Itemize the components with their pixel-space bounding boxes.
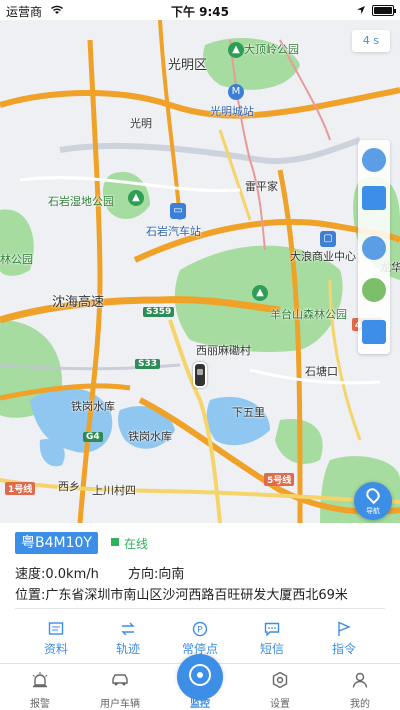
map-label-park: 石岩湿地公园 bbox=[48, 195, 114, 208]
map-label-road: 沈海高速 bbox=[52, 295, 105, 310]
settings-icon bbox=[271, 671, 289, 689]
action-label: 轨迹 bbox=[115, 642, 140, 656]
tab-user-vehicles[interactable]: 用户车辆 bbox=[80, 664, 160, 710]
status-bar: 运营商 下午 9:45 bbox=[0, 0, 400, 20]
road-shield: G4 bbox=[83, 432, 103, 442]
car-icon bbox=[111, 671, 129, 689]
license-plate[interactable]: 粤B4M10Y bbox=[15, 532, 98, 554]
metro-shield: 5号线 bbox=[264, 473, 295, 486]
action-label: 资料 bbox=[43, 642, 68, 656]
status-time: 下午 9:45 bbox=[170, 5, 230, 19]
tab-alarm[interactable]: 报警 bbox=[0, 664, 80, 710]
refresh-timer: 4 s bbox=[352, 30, 390, 52]
metro-station-icon: M bbox=[228, 84, 244, 100]
map-label-park: 羊台山森林公园 bbox=[270, 308, 347, 321]
park-icon: ▲ bbox=[128, 190, 144, 206]
vehicle-list-icon[interactable] bbox=[362, 320, 386, 344]
map-label-station: 光明城站 bbox=[210, 105, 254, 118]
location-pin-icon bbox=[363, 485, 383, 505]
map-label-place: 光明 bbox=[130, 117, 152, 130]
map-label-place: 石塘口 bbox=[305, 365, 338, 378]
tab-settings[interactable]: 设置 bbox=[240, 664, 320, 710]
location-arrow-icon bbox=[356, 4, 366, 18]
map-toolbar bbox=[358, 140, 390, 354]
location-value: 位置:广东省深圳市南山区沙河西路百旺研发大厦西北69米 bbox=[15, 588, 348, 603]
map-label-station: 石岩汽车站 bbox=[146, 225, 201, 238]
online-status: 在线 bbox=[124, 537, 149, 551]
map-label-district: 光明区 bbox=[168, 58, 208, 73]
vehicle-marker-icon[interactable] bbox=[193, 362, 207, 388]
shopping-icon: ▢ bbox=[320, 231, 336, 247]
map-view[interactable]: 光明区 大顶岭公园 光明城站 光明 雷平家 石岩湿地公园 石岩汽车站 大浪商业中… bbox=[0, 20, 400, 523]
park-icon: ▲ bbox=[228, 42, 244, 58]
map-label-place: 西乡 bbox=[58, 480, 80, 493]
parking-point-icon: P bbox=[192, 621, 208, 637]
svg-text:P: P bbox=[197, 626, 203, 636]
vehicle-info-panel: 粤B4M10Y 在线 速度:0.0km/h 方向:向南 位置:广东省深圳市南山区… bbox=[0, 523, 400, 663]
map-canvas bbox=[0, 20, 400, 523]
divider bbox=[15, 608, 385, 609]
command-flag-icon bbox=[336, 621, 352, 637]
map-label-park: 林公园 bbox=[0, 253, 33, 266]
track-icon bbox=[120, 621, 136, 637]
map-label-water: 铁岗水库 bbox=[71, 400, 115, 413]
tab-label: 设置 bbox=[270, 699, 290, 710]
map-label-place: 大浪商业中心 bbox=[290, 250, 356, 263]
bus-station-icon: ▭ bbox=[170, 203, 186, 219]
profile-icon bbox=[48, 621, 64, 637]
alarm-icon bbox=[31, 671, 49, 689]
traffic-layer-icon[interactable] bbox=[362, 186, 386, 210]
monitor-icon bbox=[189, 664, 211, 686]
action-profile-button[interactable]: 资料 bbox=[20, 619, 92, 659]
action-bar: 资料 轨迹 P 常停点 短信 指令 bbox=[0, 619, 400, 659]
tab-label: 我的 bbox=[350, 699, 370, 710]
road-shield: S33 bbox=[135, 359, 161, 369]
map-label-place: 上川村四 bbox=[92, 484, 136, 497]
road-shield: S359 bbox=[143, 307, 175, 317]
action-label: 短信 bbox=[259, 642, 284, 656]
map-label-water: 铁岗水库 bbox=[128, 430, 172, 443]
metro-shield: 1号线 bbox=[5, 482, 36, 495]
tab-label: 报警 bbox=[30, 699, 50, 710]
action-parking-button[interactable]: P 常停点 bbox=[164, 619, 236, 659]
action-command-button[interactable]: 指令 bbox=[308, 619, 380, 659]
satellite-layer-icon[interactable] bbox=[362, 148, 386, 172]
tab-profile[interactable]: 我的 bbox=[320, 664, 400, 710]
navigate-button[interactable]: 导航 bbox=[354, 482, 392, 520]
street-view-icon[interactable] bbox=[362, 278, 386, 302]
navigate-label: 导航 bbox=[366, 507, 380, 515]
sms-icon bbox=[264, 621, 280, 637]
user-icon bbox=[351, 671, 369, 689]
direction-value: 方向:向南 bbox=[128, 567, 185, 582]
action-label: 指令 bbox=[331, 642, 356, 656]
app-screen: 运营商 下午 9:45 光明区 大顶岭公园 光明城站 光明 雷平家 石岩湿地公园… bbox=[0, 0, 400, 710]
online-status-icon bbox=[111, 538, 119, 546]
map-label-place: 下五里 bbox=[232, 406, 265, 419]
map-label-park: 大顶岭公园 bbox=[244, 43, 299, 56]
map-label-place: 西丽麻磡村 bbox=[196, 344, 251, 357]
action-sms-button[interactable]: 短信 bbox=[236, 619, 308, 659]
battery-icon bbox=[372, 5, 396, 16]
globe-icon[interactable] bbox=[362, 236, 386, 260]
speed-value: 速度:0.0km/h bbox=[15, 567, 99, 582]
map-label-place: 雷平家 bbox=[245, 180, 278, 193]
park-icon: ▲ bbox=[252, 285, 268, 301]
monitor-tab-button[interactable] bbox=[177, 654, 223, 700]
tab-label: 用户车辆 bbox=[100, 699, 140, 710]
action-track-button[interactable]: 轨迹 bbox=[92, 619, 164, 659]
